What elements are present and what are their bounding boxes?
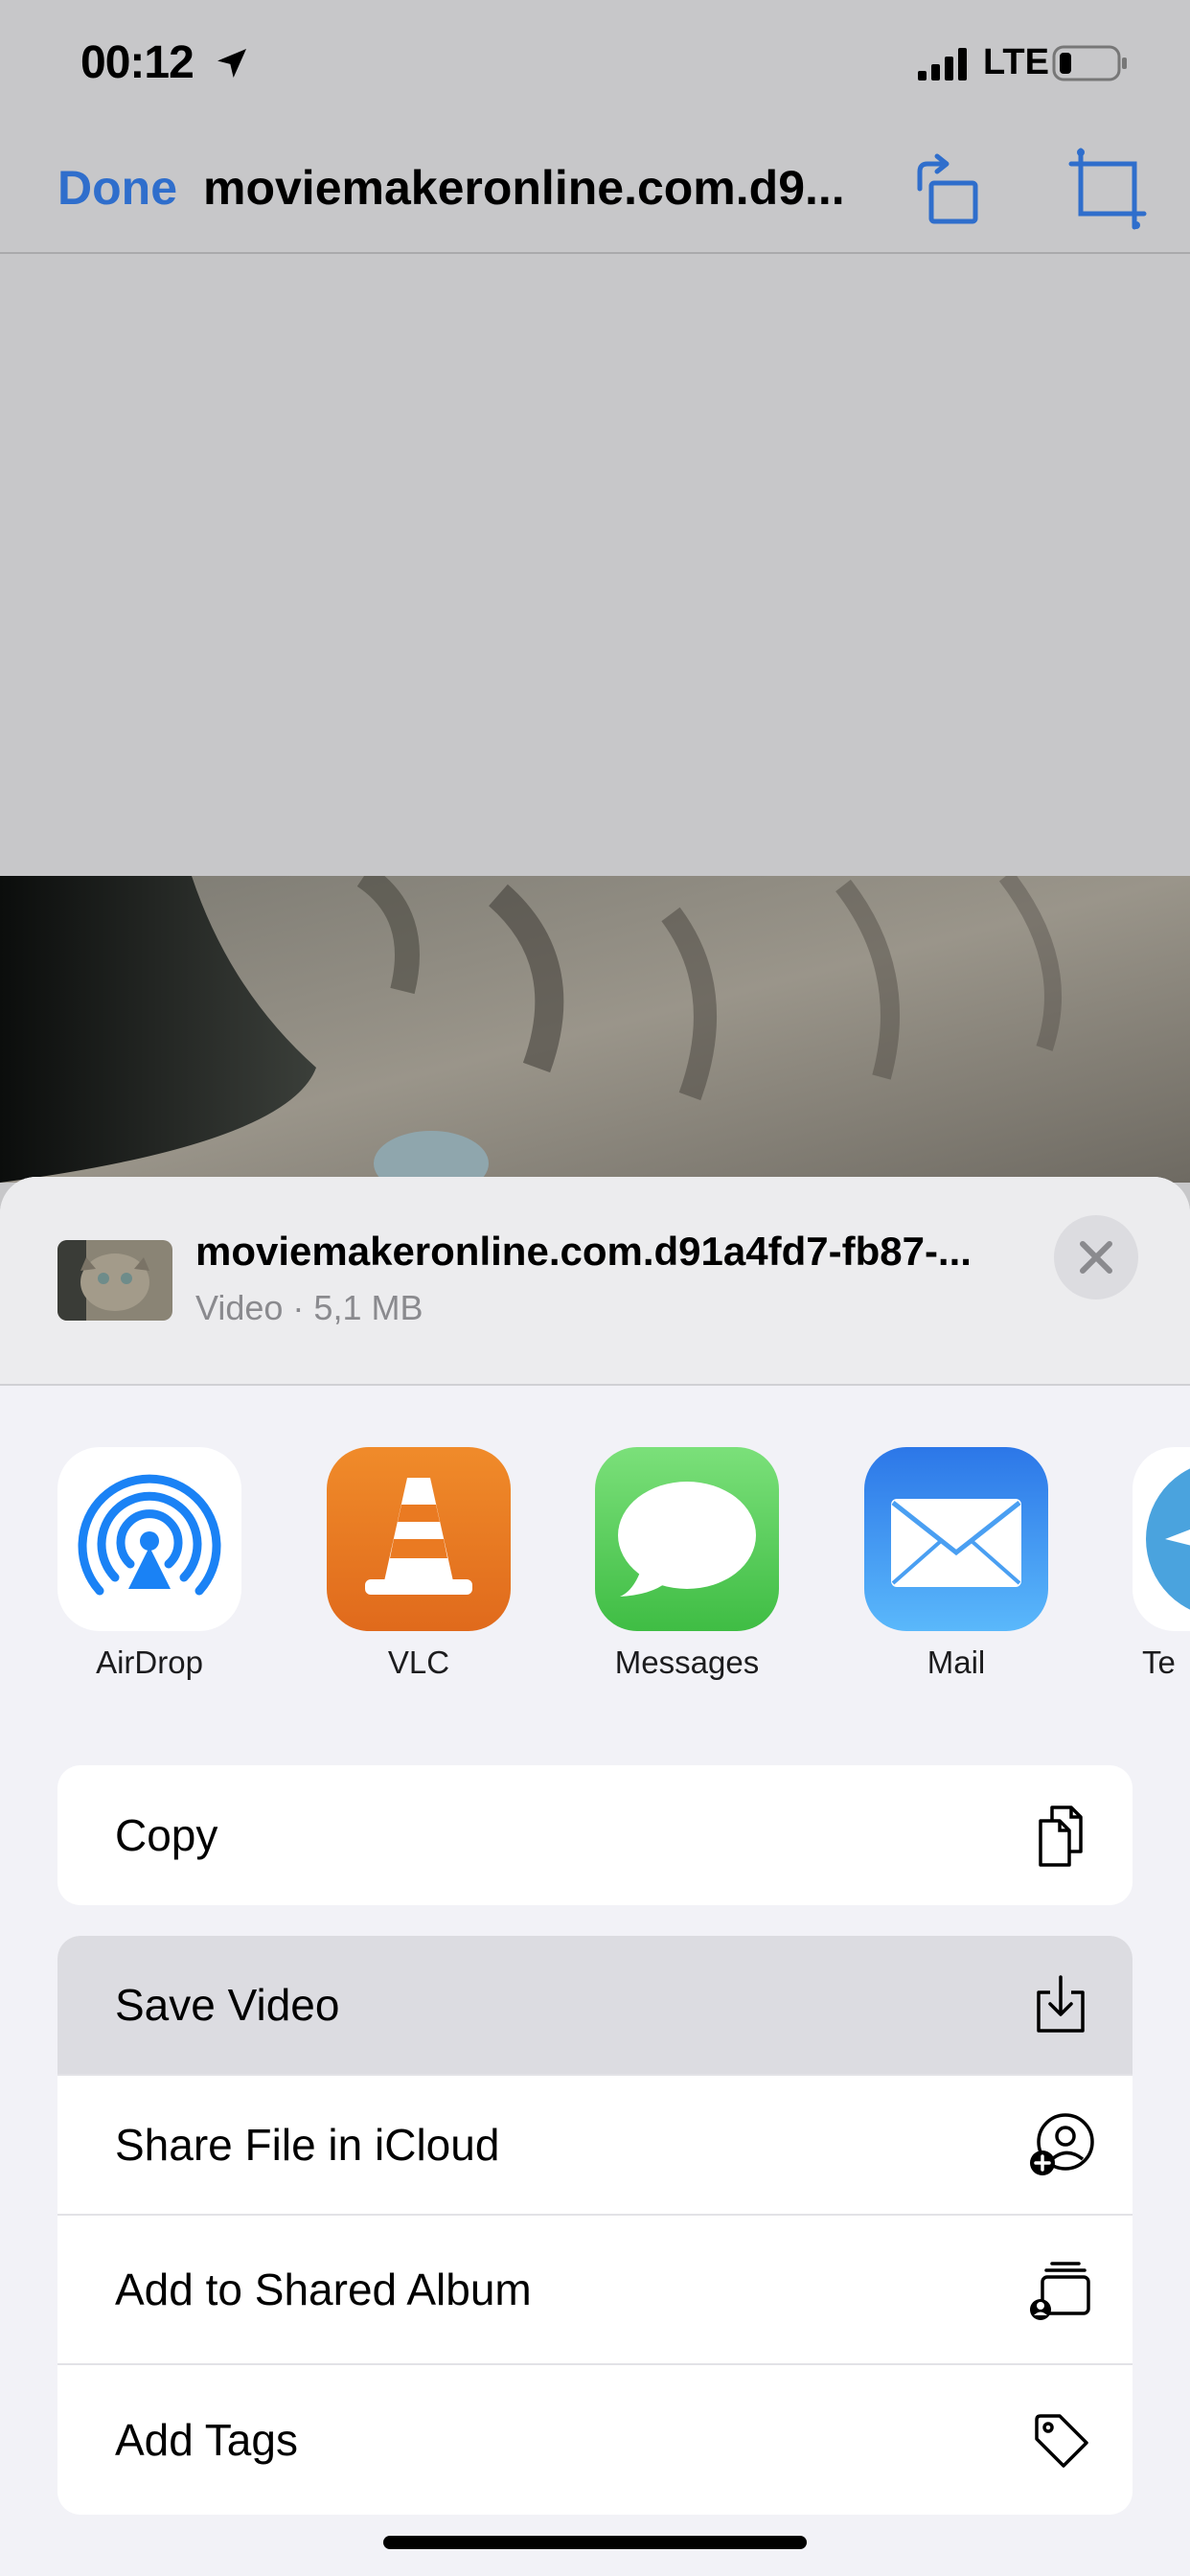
share-sheet: moviemakeronline.com.d91a4fd7-fb87-... V… (0, 1177, 1190, 2576)
location-arrow-icon (217, 49, 246, 78)
share-app-mail[interactable]: Mail (864, 1447, 1048, 1681)
share-apps-row: AirDrop VLC Messages Mail Te (0, 1447, 1190, 1696)
icloud-share-person-icon (1030, 2113, 1094, 2175)
video-preview[interactable] (0, 876, 1190, 1183)
action-label: Copy (115, 1810, 218, 1860)
navigation-bar: Done moviemakeronline.com.d9... (0, 129, 1190, 254)
status-bar: 00:12 LTE (0, 0, 1190, 129)
action-group-copy: Copy (57, 1765, 1133, 1905)
crop-icon[interactable] (1067, 147, 1154, 233)
action-label: Share File in iCloud (115, 2120, 500, 2170)
copy-icon (1039, 1806, 1083, 1867)
status-time: 00:12 (80, 37, 195, 88)
action-label: Add to Shared Album (115, 2265, 532, 2314)
action-label: Save Video (115, 1980, 340, 2030)
home-indicator[interactable] (383, 2536, 807, 2549)
share-app-telegram[interactable]: Te (1133, 1447, 1190, 1681)
share-app-messages[interactable]: Messages (595, 1447, 779, 1681)
network-type: LTE (983, 42, 1049, 82)
shared-album-icon (1030, 2262, 1090, 2320)
action-add-shared-album[interactable]: Add to Shared Album (57, 2216, 1133, 2365)
page-title: moviemakeronline.com.d9... (203, 161, 845, 215)
mail-envelope-icon (864, 1447, 1048, 1631)
tag-icon (1035, 2414, 1088, 2468)
save-download-icon (1037, 1975, 1085, 2033)
file-name: moviemakeronline.com.d91a4fd7-fb87-... (195, 1229, 972, 1274)
action-save-video[interactable]: Save Video (57, 1936, 1133, 2076)
action-add-tags[interactable]: Add Tags (57, 2365, 1133, 2515)
share-app-label: VLC (387, 1644, 450, 1680)
share-app-vlc[interactable]: VLC (327, 1447, 511, 1681)
share-app-label: Messages (614, 1644, 760, 1680)
file-meta: Video · 5,1 MB (195, 1288, 423, 1327)
video-thumbnail (57, 1240, 172, 1321)
share-sheet-header: moviemakeronline.com.d91a4fd7-fb87-... V… (0, 1177, 1190, 1386)
cat-video-frame (0, 876, 1190, 1183)
share-app-airdrop[interactable]: AirDrop (57, 1447, 241, 1681)
action-group-main: Save Video Share File in iCloud Add to S… (57, 1936, 1133, 2515)
messages-bubble-icon (595, 1447, 779, 1631)
share-app-label: Te (1142, 1644, 1176, 1680)
action-label: Add Tags (115, 2415, 298, 2465)
close-icon (1080, 1241, 1112, 1274)
share-app-label: Mail (927, 1644, 986, 1680)
action-share-icloud[interactable]: Share File in iCloud (57, 2076, 1133, 2216)
done-button[interactable]: Done (57, 160, 177, 216)
action-copy[interactable]: Copy (57, 1765, 1133, 1905)
vlc-cone-icon (327, 1447, 511, 1631)
close-button[interactable] (1054, 1215, 1138, 1300)
airdrop-icon (57, 1447, 241, 1631)
share-app-label: AirDrop (96, 1644, 203, 1680)
cellular-signal-icon (918, 48, 967, 80)
battery-icon (1052, 45, 1127, 81)
rotate-icon[interactable] (910, 150, 989, 229)
telegram-icon (1133, 1447, 1190, 1631)
